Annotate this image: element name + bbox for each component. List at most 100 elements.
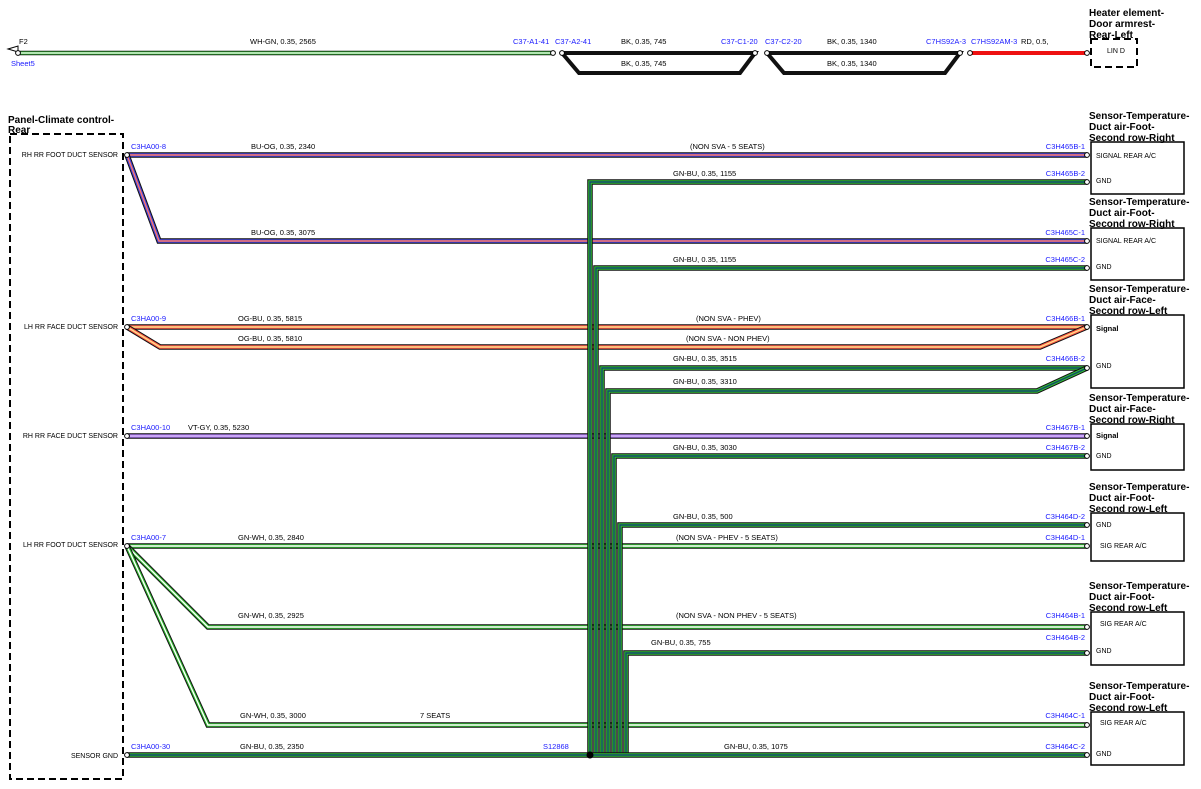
connector-node [559,50,565,56]
component-pin-label: GND [1096,453,1112,460]
wire-gn-bu-1155-b [593,265,1087,755]
connector-node [957,50,963,56]
svg-text:Sensor-Temperature-: Sensor-Temperature- [1089,111,1189,122]
connector-node [124,752,130,758]
connector-node [1084,50,1090,56]
pin-label-rh-rr-face: RH RR FACE DUCT SENSOR [23,433,118,440]
svg-text:Second row-Left: Second row-Left [1089,306,1168,317]
svg-text:Second row-Left: Second row-Left [1089,603,1168,614]
connector-c3h467b-1: C3H467B-1 [1046,423,1085,432]
sensor-box-5 [1090,512,1185,562]
component-title-6: Sensor-Temperature- Duct air-Foot- Secon… [1089,581,1189,614]
component-pin-label: SIG REAR A/C [1100,720,1147,727]
connector-node [1084,324,1090,330]
connector-node [1084,433,1090,439]
wire-label: GN-WH, 0.35, 3000 [240,711,306,720]
connector-c3ha00-9: C3HA00-9 [131,314,166,323]
connector-node [764,50,770,56]
connector-c3h464c-2: C3H464C-2 [1045,742,1085,751]
heater-title-1: Heater element- [1089,8,1164,19]
connector-node [1084,522,1090,528]
connector-c3h464b-1: C3H464B-1 [1046,611,1085,620]
connector-c3ha00-7: C3HA00-7 [131,533,166,542]
component-pin-label: Signal [1096,324,1119,333]
wire-gn-bu-755 [623,650,1087,755]
svg-text:Duct air-Foot-: Duct air-Foot- [1089,692,1155,703]
component-title-3: Sensor-Temperature- Duct air-Face- Secon… [1089,284,1189,317]
sheet-link[interactable]: Sheet5 [11,59,35,68]
wire-note: (NON SVA - PHEV - 5 SEATS) [676,533,778,542]
component-pin-label: SIG REAR A/C [1100,543,1147,550]
wire-note: 7 SEATS [420,711,450,720]
component-title-1: Sensor-Temperature- Duct air-Foot- Secon… [1089,111,1189,144]
svg-text:Duct air-Foot-: Duct air-Foot- [1089,122,1155,133]
wire-note: (NON SVA - PHEV) [696,314,761,323]
svg-text:Second row-Right: Second row-Right [1089,219,1175,230]
connector-node [1084,238,1090,244]
svg-text:Second row-Right: Second row-Right [1089,415,1175,426]
connector-node [1084,722,1090,728]
wire-label: GN-BU, 0.35, 2350 [240,742,304,751]
svg-text:Sensor-Temperature-: Sensor-Temperature- [1089,482,1189,493]
pin-label-rh-rr-foot: RH RR FOOT DUCT SENSOR [22,152,118,159]
connector-node [752,50,758,56]
connector-c3ha00-10: C3HA00-10 [131,423,170,432]
connector-c37-a1-41: C37-A1-41 [513,37,549,46]
component-pin-label: SIGNAL REAR A/C [1096,153,1156,160]
connector-node [967,50,973,56]
component-pin-label: Signal [1096,431,1119,440]
wire-label-rd: RD, 0.5, [1021,37,1049,46]
svg-text:Duct air-Foot-: Duct air-Foot- [1089,493,1155,504]
svg-text:Sensor-Temperature-: Sensor-Temperature- [1089,681,1189,692]
wire-label-bk-745-a: BK, 0.35, 745 [621,37,666,46]
connector-c3h465b-1: C3H465B-1 [1046,142,1085,151]
wire-label: GN-WH, 0.35, 2840 [238,533,304,542]
svg-text:Sensor-Temperature-: Sensor-Temperature- [1089,393,1189,404]
wire-label: GN-BU, 0.35, 3310 [673,377,737,386]
wiring-diagram: F2 Sheet5 WH-GN, 0.35, 2565 C37-A1-41 C3… [6,8,1189,780]
connector-c3h467b-2: C3H467B-2 [1046,443,1085,452]
wire-label: BU-OG, 0.35, 3075 [251,228,315,237]
wire-label-bk-1340-b: BK, 0.35, 1340 [827,59,877,68]
wire-label: GN-BU, 0.35, 1155 [673,169,736,178]
connector-c3ha00-8: C3HA00-8 [131,142,166,151]
connector-node [1084,365,1090,371]
connector-node [124,152,130,158]
sensor-box-6 [1090,611,1185,666]
connector-node [1084,624,1090,630]
wire-gn-bu-3515 [599,365,1087,755]
connector-node [1084,752,1090,758]
sensor-box-1 [1090,141,1185,195]
component-title-7: Sensor-Temperature- Duct air-Foot- Secon… [1089,681,1189,714]
pin-label-sensor-gnd: SENSOR GND [71,753,118,760]
pin-label-lh-rr-face: LH RR FACE DUCT SENSOR [24,324,118,331]
connector-c7hs92am-3: C7HS92AM-3 [971,37,1017,46]
component-pin-label: GND [1096,522,1112,529]
svg-text:Sensor-Temperature-: Sensor-Temperature- [1089,284,1189,295]
connector-node [124,543,130,549]
wire-label: GN-BU, 0.35, 3030 [673,443,737,452]
wire-label: GN-BU, 0.35, 1075 [724,742,788,751]
pin-label-lh-rr-foot: LH RR FOOT DUCT SENSOR [23,542,118,549]
splice-s12868: S12868 [543,742,569,751]
heater-title-2: Door armrest- [1089,19,1155,30]
svg-text:Duct air-Foot-: Duct air-Foot- [1089,592,1155,603]
wire-label: VT-GY, 0.35, 5230 [188,423,249,432]
connector-c7hs92a-3: C7HS92A-3 [926,37,966,46]
component-pin-label: GND [1096,648,1112,655]
heater-pin-lin-d: LIN D [1107,48,1125,55]
wire-label-wh-gn: WH-GN, 0.35, 2565 [250,37,316,46]
svg-text:Duct air-Face-: Duct air-Face- [1089,404,1156,415]
wire-label: OG-BU, 0.35, 5810 [238,334,302,343]
wire-label: OG-BU, 0.35, 5815 [238,314,302,323]
connector-node [1084,650,1090,656]
wire-gn-bu-3310 [605,365,1089,755]
wire-note: (NON SVA - NON PHEV - 5 SEATS) [676,611,797,620]
connector-c3ha00-30: C3HA00-30 [131,742,170,751]
heater-title-3: Rear-Left [1089,30,1134,41]
connector-c3h465c-1: C3H465C-1 [1045,228,1085,237]
connector-node [124,433,130,439]
connector-node [1084,179,1090,185]
connector-c3h464b-2: C3H464B-2 [1046,633,1085,642]
svg-text:Duct air-Face-: Duct air-Face- [1089,295,1156,306]
